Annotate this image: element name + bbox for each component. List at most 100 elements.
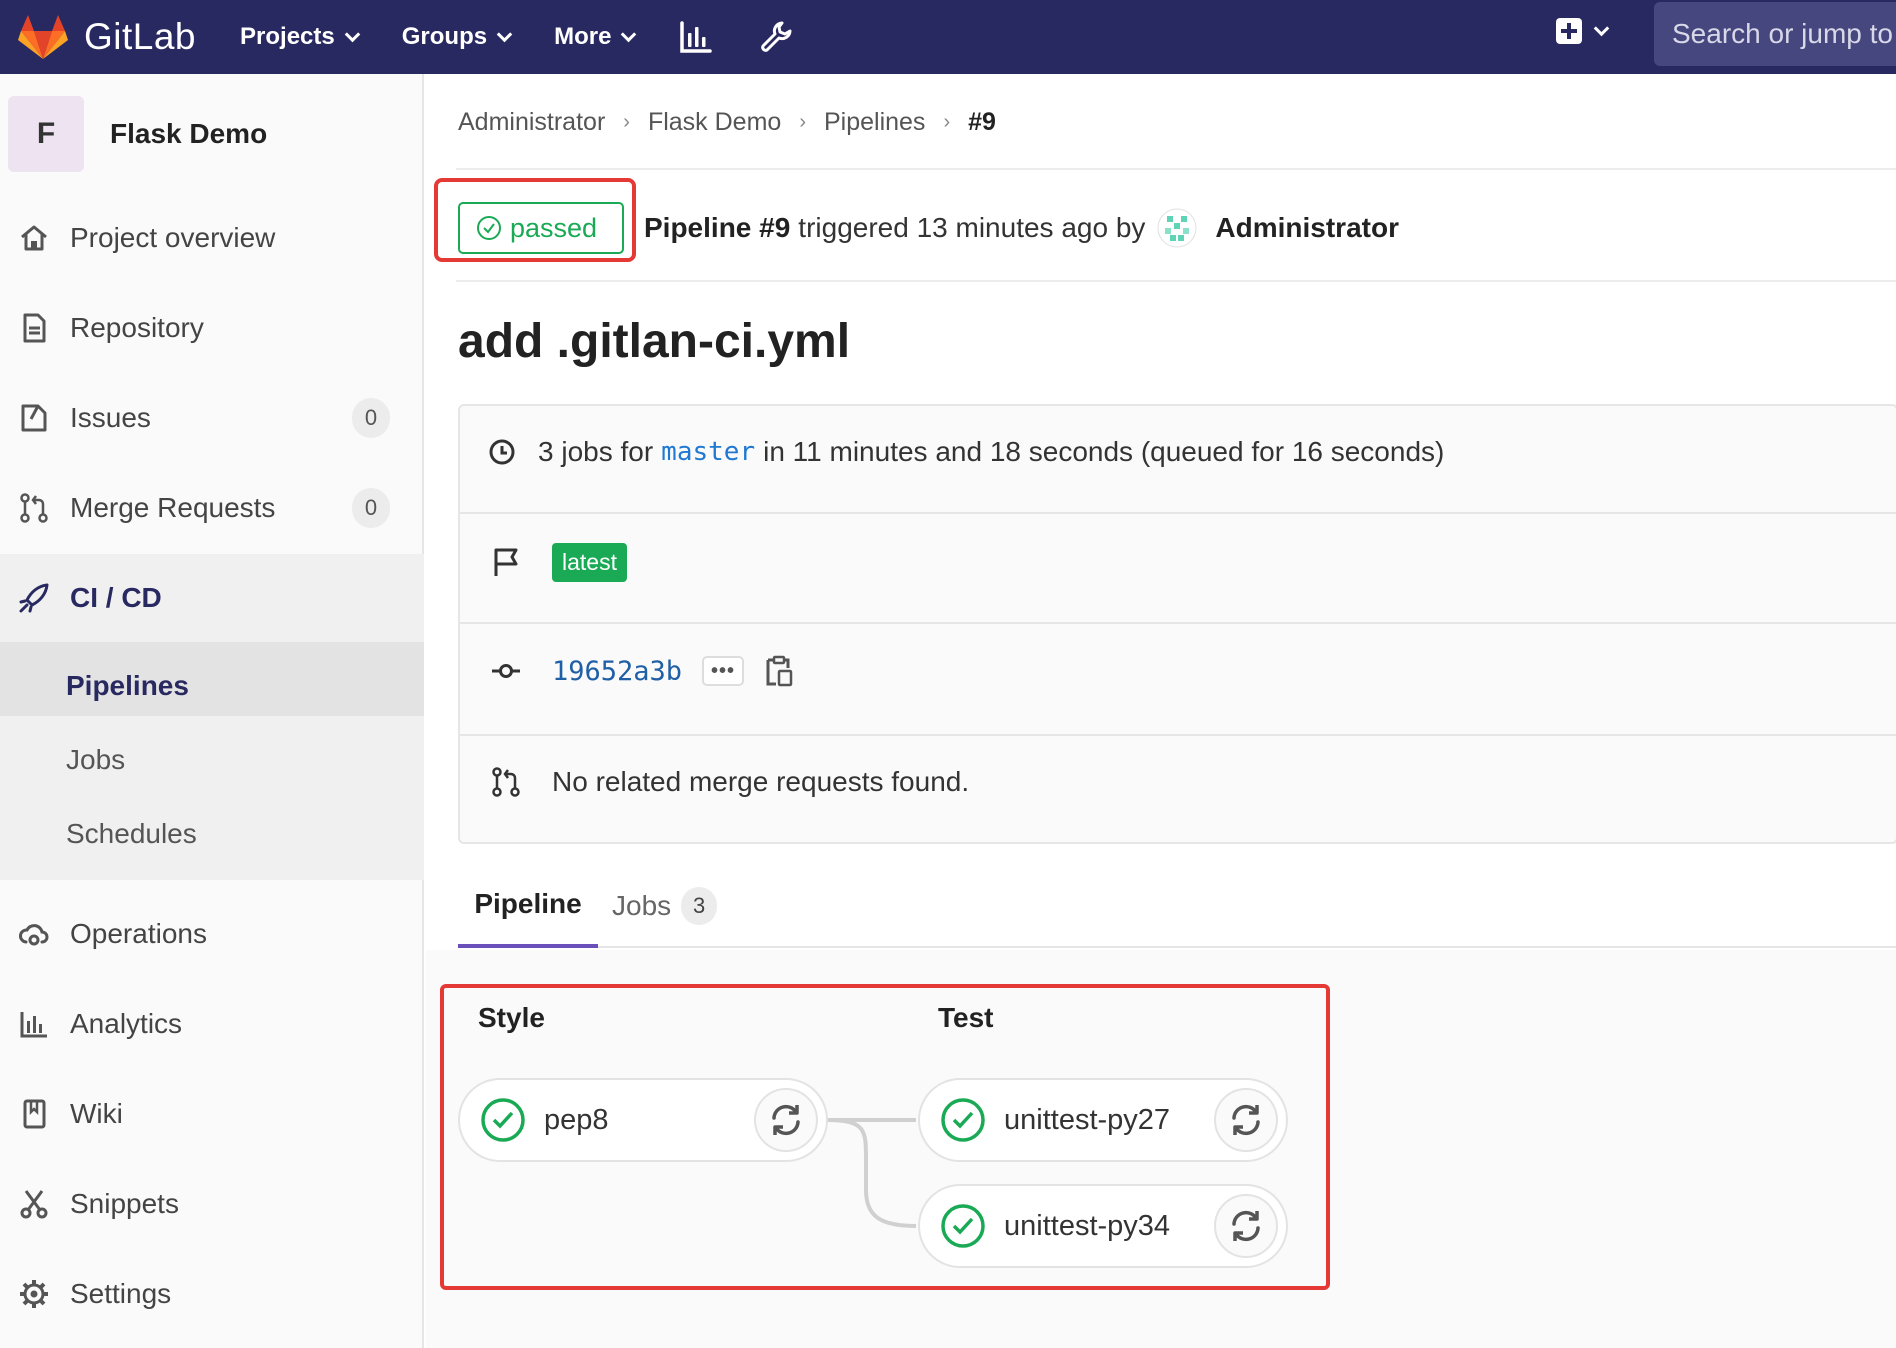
sidebar-item-snippets[interactable]: Snippets xyxy=(0,1174,424,1234)
sidebar-subitem-jobs[interactable]: Jobs xyxy=(66,744,125,776)
jobs-duration-text: in 11 minutes and 18 seconds (queued for… xyxy=(763,436,1445,467)
sidebar-item-label: Analytics xyxy=(70,1008,183,1039)
activity-button[interactable] xyxy=(678,19,714,55)
pipeline-triggered-text: triggered 13 minutes ago by xyxy=(798,212,1146,243)
sidebar-item-merge-requests[interactable]: Merge Requests 0 xyxy=(0,478,424,538)
sidebar-item-label: Merge Requests xyxy=(70,492,276,523)
latest-badge: latest xyxy=(552,542,627,582)
breadcrumb-current[interactable]: #9 xyxy=(968,108,996,137)
sidebar-item-label: Settings xyxy=(70,1278,172,1309)
clock-icon xyxy=(484,434,520,470)
nav-projects-dropdown[interactable]: Projects xyxy=(240,23,361,51)
search-input[interactable]: Search or jump to xyxy=(1654,2,1896,66)
tab-jobs-label: Jobs xyxy=(612,890,672,921)
merge-requests-row: No related merge requests found. xyxy=(460,758,1896,806)
commit-sha-link[interactable]: 19652a3b xyxy=(552,656,682,687)
flag-icon xyxy=(488,544,524,580)
job-unittest-py34[interactable]: unittest-py34 xyxy=(918,1184,1288,1268)
sidebar-item-label: Wiki xyxy=(70,1098,123,1129)
gitlab-home-link[interactable]: GitLab xyxy=(18,14,196,60)
sidebar-item-ci-cd[interactable]: CI / CD xyxy=(0,568,424,628)
cloud-gear-icon xyxy=(16,916,52,952)
pipeline-tabs: Pipeline Jobs 3 xyxy=(458,864,1896,948)
stage-title-style: Style xyxy=(478,1002,545,1033)
nav-groups-label: Groups xyxy=(401,23,488,50)
issues-count-badge: 0 xyxy=(352,398,390,438)
project-header[interactable]: F Flask Demo xyxy=(8,96,267,172)
success-status-icon xyxy=(941,1204,985,1248)
check-circle-icon xyxy=(477,216,501,240)
chevron-right-icon: › xyxy=(799,111,806,133)
sidebar-item-label: Project overview xyxy=(70,222,276,253)
no-merge-requests-text: No related merge requests found. xyxy=(552,766,970,797)
clipboard-icon[interactable] xyxy=(764,655,794,687)
tab-pipeline[interactable]: Pipeline xyxy=(458,864,598,948)
commit-message-toggle-button[interactable]: ••• xyxy=(702,656,745,686)
divider xyxy=(456,168,1896,170)
job-name: unittest-py27 xyxy=(1004,1103,1171,1136)
breadcrumb-pipelines[interactable]: Pipelines xyxy=(824,108,925,137)
pipeline-header: Pipeline #9 triggered 13 minutes ago by … xyxy=(644,208,1399,248)
sidebar-item-label: CI / CD xyxy=(70,582,162,613)
breadcrumb-administrator[interactable]: Administrator xyxy=(458,108,605,137)
divider xyxy=(460,734,1896,736)
sidebar-item-settings[interactable]: Settings xyxy=(0,1264,424,1324)
retry-icon xyxy=(772,1104,800,1136)
retry-job-button[interactable] xyxy=(1214,1088,1278,1152)
job-name: unittest-py34 xyxy=(1004,1209,1171,1242)
commit-title: add .gitlan-ci.yml xyxy=(458,315,851,368)
retry-job-button[interactable] xyxy=(754,1088,818,1152)
document-icon xyxy=(16,310,52,346)
job-name: pep8 xyxy=(544,1103,609,1136)
jobs-summary-row: 3 jobs for master in 11 minutes and 18 s… xyxy=(460,434,1896,470)
branch-link[interactable]: master xyxy=(661,437,755,467)
job-unittest-py27[interactable]: unittest-py27 xyxy=(918,1078,1288,1162)
activity-chart-icon xyxy=(680,21,713,53)
sidebar-item-analytics[interactable]: Analytics xyxy=(0,994,424,1054)
jobs-count-badge: 3 xyxy=(681,887,718,925)
status-label: passed xyxy=(510,212,598,243)
merge-requests-count-badge: 0 xyxy=(352,488,390,528)
stage-title-test: Test xyxy=(938,1002,994,1033)
sidebar-item-label: Operations xyxy=(70,918,207,949)
sidebar-item-label: Repository xyxy=(70,312,204,343)
sidebar-item-label: Issues xyxy=(70,402,151,433)
sidebar-item-operations[interactable]: Operations xyxy=(0,904,424,964)
sidebar-item-repository[interactable]: Repository xyxy=(0,298,424,358)
admin-area-button[interactable] xyxy=(758,19,794,55)
merge-request-icon xyxy=(16,490,52,526)
sidebar-item-project-overview[interactable]: Project overview xyxy=(0,208,424,268)
job-pep8[interactable]: pep8 xyxy=(458,1078,828,1162)
chevron-right-icon: › xyxy=(623,111,630,133)
nav-more-label: More xyxy=(554,23,612,50)
wrench-icon xyxy=(761,21,792,52)
divider xyxy=(456,280,1896,282)
pipeline-user[interactable]: Administrator xyxy=(1215,212,1399,244)
rocket-icon xyxy=(16,580,52,616)
tab-jobs[interactable]: Jobs 3 xyxy=(612,864,718,948)
retry-job-button[interactable] xyxy=(1214,1194,1278,1258)
user-avatar[interactable] xyxy=(1157,208,1197,248)
retry-icon xyxy=(1232,1210,1260,1242)
gear-icon xyxy=(16,1276,52,1312)
issues-icon xyxy=(16,400,52,436)
success-status-icon xyxy=(481,1098,525,1142)
divider xyxy=(460,622,1896,624)
sidebar-item-label: Snippets xyxy=(70,1188,179,1219)
project-sidebar: F Flask Demo Project overview Repository… xyxy=(0,74,424,1348)
nav-more-dropdown[interactable]: More xyxy=(554,23,637,51)
sidebar-subitem-pipelines[interactable]: Pipelines xyxy=(66,670,189,702)
sidebar-item-wiki[interactable]: Wiki xyxy=(0,1084,424,1144)
status-badge[interactable]: passed xyxy=(458,202,624,254)
merge-request-icon xyxy=(488,764,524,800)
chevron-down-icon xyxy=(621,26,637,42)
nav-groups-dropdown[interactable]: Groups xyxy=(401,23,513,51)
sidebar-subitem-schedules[interactable]: Schedules xyxy=(66,818,197,850)
book-icon xyxy=(16,1096,52,1132)
sidebar-item-issues[interactable]: Issues 0 xyxy=(0,388,424,448)
new-item-dropdown[interactable] xyxy=(1556,18,1610,44)
chevron-down-icon xyxy=(496,26,513,42)
project-name: Flask Demo xyxy=(110,118,268,149)
chevron-down-icon xyxy=(1593,20,1610,36)
breadcrumb-project[interactable]: Flask Demo xyxy=(648,108,781,137)
